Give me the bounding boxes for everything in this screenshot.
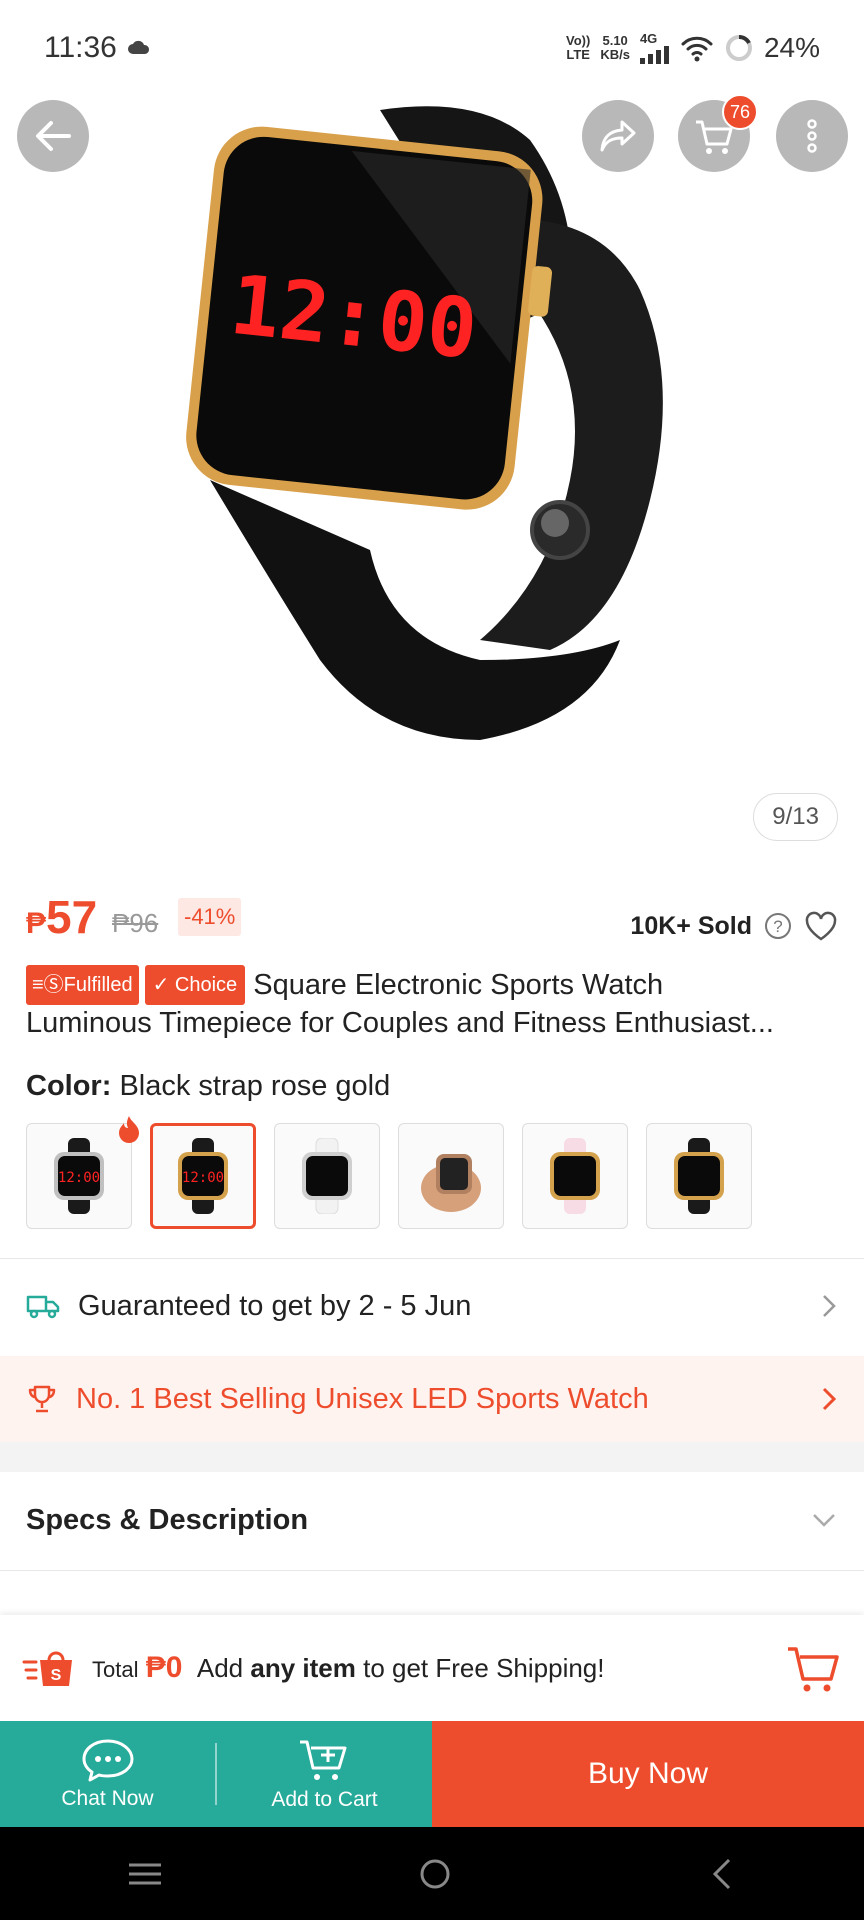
color-option[interactable] bbox=[398, 1123, 504, 1229]
add-to-cart-button[interactable]: Add to Cart bbox=[217, 1721, 432, 1827]
delivery-truck-icon bbox=[26, 1295, 60, 1319]
section-gap bbox=[0, 1442, 864, 1472]
selected-color-value: Black strap rose gold bbox=[119, 1070, 391, 1102]
share-button[interactable] bbox=[582, 100, 654, 172]
chevron-down-icon bbox=[813, 1514, 835, 1527]
best-selling-text: No. 1 Best Selling Unisex LED Sports Wat… bbox=[76, 1382, 649, 1415]
back-nav-icon[interactable] bbox=[707, 1856, 737, 1892]
help-icon[interactable]: ? bbox=[764, 912, 792, 940]
color-option[interactable] bbox=[646, 1123, 752, 1229]
chevron-right-icon bbox=[822, 1387, 837, 1411]
buy-now-button[interactable]: Buy Now bbox=[432, 1721, 864, 1827]
hot-flame-icon bbox=[119, 1116, 139, 1143]
cloud-icon bbox=[127, 40, 149, 54]
sold-count: 10K+ Sold bbox=[630, 911, 752, 940]
image-page-counter: 9/13 bbox=[753, 793, 838, 841]
shop-bag-icon: ≡Ⓢ bbox=[32, 974, 64, 996]
chevron-right-icon bbox=[823, 1295, 836, 1317]
cart-button[interactable]: 76 bbox=[678, 94, 758, 172]
divider bbox=[0, 1570, 864, 1571]
volte-indicator: Vo)) LTE bbox=[566, 33, 591, 62]
product-image: 12:00 bbox=[186, 106, 663, 740]
cart-icon[interactable] bbox=[784, 1641, 842, 1695]
more-options-button[interactable] bbox=[776, 100, 848, 172]
product-image-gallery[interactable]: 12:00 76 9/13 bbox=[0, 0, 864, 860]
best-selling-row[interactable]: No. 1 Best Selling Unisex LED Sports Wat… bbox=[0, 1356, 864, 1442]
home-icon[interactable] bbox=[417, 1856, 453, 1892]
color-option[interactable]: 12:00 bbox=[26, 1116, 139, 1229]
trophy-icon bbox=[28, 1385, 56, 1413]
delivery-text: Guaranteed to get by 2 - 5 Jun bbox=[78, 1289, 472, 1322]
svg-text:12:00: 12:00 bbox=[58, 1170, 100, 1186]
current-price: ₱57 bbox=[26, 891, 98, 943]
discount-badge: -41% bbox=[178, 898, 242, 936]
recent-apps-icon[interactable] bbox=[127, 1859, 163, 1889]
delivery-guarantee-row[interactable]: Guaranteed to get by 2 - 5 Jun bbox=[0, 1260, 864, 1352]
favorite-heart-icon[interactable] bbox=[804, 910, 838, 942]
color-option[interactable] bbox=[274, 1123, 380, 1229]
clock: 11:36 bbox=[44, 31, 117, 64]
product-title: ≡ⓈFulfilled ✓ Choice Square Electronic Sp… bbox=[26, 965, 838, 1041]
color-swatch-list: 12:00 12:00 bbox=[26, 1116, 752, 1229]
signal-icon: 4G bbox=[639, 32, 670, 64]
color-label: Color: Black strap rose gold bbox=[26, 1070, 391, 1102]
bottom-action-bar: Chat Now Add to Cart Buy Now bbox=[0, 1721, 864, 1827]
color-option[interactable] bbox=[522, 1123, 628, 1229]
more-vertical-icon bbox=[807, 119, 817, 153]
cart-count-badge: 76 bbox=[722, 94, 758, 130]
battery-percent: 24% bbox=[763, 32, 820, 63]
chat-now-button[interactable]: Chat Now bbox=[0, 1721, 215, 1827]
specs-title: Specs & Description bbox=[26, 1503, 309, 1536]
price-row: ₱57 ₱96 -41% 10K+ Sold ? bbox=[26, 890, 838, 950]
back-button[interactable] bbox=[17, 100, 89, 172]
system-navigation-bar bbox=[0, 1827, 864, 1920]
original-price: ₱96 bbox=[112, 908, 159, 938]
add-cart-icon bbox=[300, 1740, 347, 1780]
share-icon bbox=[600, 120, 636, 152]
divider bbox=[0, 1258, 864, 1259]
free-shipping-text: Total ₱0 Add any item to get Free Shippi… bbox=[92, 1651, 605, 1684]
battery-icon bbox=[725, 35, 752, 61]
svg-text:12:00: 12:00 bbox=[182, 1170, 224, 1186]
cart-total: ₱0 bbox=[145, 1651, 183, 1684]
wifi-icon bbox=[681, 36, 713, 62]
choice-badge: ✓ Choice bbox=[144, 965, 246, 1005]
svg-text:S: S bbox=[51, 1667, 62, 1684]
free-shipping-bar[interactable]: S Total ₱0 Add any item to get Free Ship… bbox=[0, 1615, 864, 1721]
back-arrow-icon bbox=[36, 121, 71, 151]
status-bar: 11:36 Vo)) LTE 5.10 KB/s 4G 24% bbox=[0, 0, 864, 96]
color-option-selected[interactable]: 12:00 bbox=[150, 1123, 256, 1229]
shopee-bag-icon: S bbox=[22, 1651, 72, 1686]
specs-description-section[interactable]: Specs & Description bbox=[0, 1472, 864, 1568]
fulfilled-badge: ≡ⓈFulfilled bbox=[26, 965, 139, 1005]
chat-bubble-icon bbox=[82, 1739, 133, 1782]
svg-text:?: ? bbox=[773, 917, 782, 936]
network-speed: 5.10 KB/s bbox=[600, 33, 630, 62]
